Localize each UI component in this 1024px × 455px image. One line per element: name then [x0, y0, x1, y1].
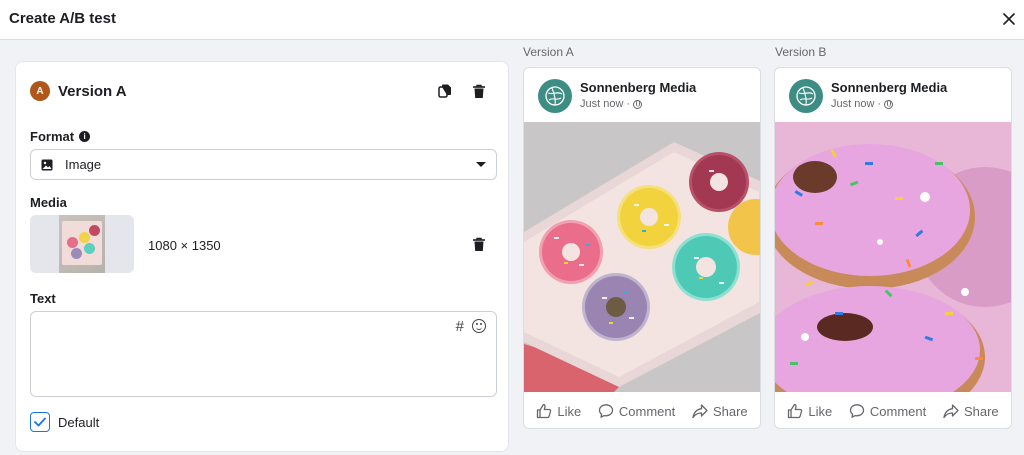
post-actions: Like Comment Share: [524, 392, 760, 428]
post-meta: Just now ·: [580, 98, 643, 110]
post-image: [524, 122, 760, 392]
page-name: Sonnenberg Media: [580, 80, 697, 95]
post-meta: Just now ·: [831, 98, 894, 110]
duplicate-button[interactable]: [435, 81, 455, 101]
image-icon: [41, 159, 53, 170]
preview-label-a: Version A: [523, 45, 574, 59]
version-header: A Version A: [30, 80, 127, 102]
share-label: Share: [712, 403, 748, 419]
globe-logo-icon: [796, 86, 816, 106]
post-header: Sonnenberg Media Just now ·: [524, 68, 760, 122]
post-actions: Like Comment Share: [775, 392, 1011, 428]
info-icon[interactable]: i: [79, 131, 91, 142]
pink-donuts-image: [775, 122, 1011, 392]
format-label-row: Format i: [30, 129, 91, 144]
thumbs-up-icon: [788, 403, 803, 419]
globe-icon: [633, 99, 643, 109]
close-icon: [1003, 13, 1015, 25]
text-input[interactable]: #: [30, 311, 497, 397]
post-image: [775, 122, 1011, 392]
like-label: Like: [808, 403, 833, 419]
comment-button[interactable]: Comment: [849, 403, 926, 419]
page-avatar: [538, 79, 572, 113]
page-name: Sonnenberg Media: [831, 80, 948, 95]
like-button[interactable]: Like: [536, 403, 581, 419]
post-preview-b: Sonnenberg Media Just now · Like Comment…: [774, 67, 1012, 429]
checkmark-icon: [34, 417, 46, 427]
donut-thumbnail-image: [59, 215, 105, 273]
delete-media-button[interactable]: [469, 234, 489, 254]
comment-icon: [598, 404, 614, 418]
post-preview-a: Sonnenberg Media Just now · Like Comment…: [523, 67, 761, 429]
format-select-value: Image: [65, 157, 102, 172]
format-select[interactable]: Image: [30, 149, 497, 180]
post-header: Sonnenberg Media Just now ·: [775, 68, 1011, 122]
share-icon: [692, 404, 708, 419]
emoji-icon[interactable]: [472, 319, 486, 333]
media-dimensions: 1080 × 1350: [148, 238, 221, 253]
hashtag-icon[interactable]: #: [456, 318, 464, 335]
trash-icon: [473, 237, 485, 251]
default-label: Default: [58, 415, 100, 430]
media-label: Media: [30, 195, 67, 210]
like-button[interactable]: Like: [787, 403, 832, 419]
share-button[interactable]: Share: [692, 403, 748, 419]
delete-version-button[interactable]: [469, 81, 489, 101]
page-avatar: [789, 79, 823, 113]
post-timestamp: Just now: [831, 98, 875, 110]
media-thumbnail[interactable]: [30, 215, 134, 273]
meta-separator: ·: [877, 98, 882, 110]
chevron-down-icon: [476, 162, 486, 167]
trash-icon: [473, 84, 485, 98]
close-button[interactable]: [998, 8, 1020, 30]
dialog-header: Create A/B test: [0, 0, 1024, 40]
version-badge: A: [30, 81, 50, 101]
globe-logo-icon: [545, 86, 565, 106]
share-icon: [943, 404, 959, 419]
preview-label-b: Version B: [775, 45, 827, 59]
share-button[interactable]: Share: [943, 403, 999, 419]
text-label: Text: [30, 291, 56, 306]
thumbs-up-icon: [537, 403, 552, 419]
version-title: Version A: [58, 82, 127, 100]
like-label: Like: [557, 403, 582, 419]
duplicate-icon: [438, 84, 451, 98]
share-label: Share: [963, 403, 999, 419]
comment-label: Comment: [618, 403, 676, 419]
comment-label: Comment: [869, 403, 927, 419]
meta-separator: ·: [626, 98, 631, 110]
comment-icon: [849, 404, 865, 418]
donut-box-image: [524, 122, 760, 392]
comment-button[interactable]: Comment: [598, 403, 675, 419]
post-timestamp: Just now: [580, 98, 624, 110]
globe-icon: [884, 99, 894, 109]
dialog-title: Create A/B test: [9, 10, 116, 27]
version-editor-panel: A Version A Format i Image Media 1080 × …: [15, 61, 509, 452]
format-label: Format: [30, 129, 75, 144]
default-checkbox[interactable]: [30, 412, 50, 432]
